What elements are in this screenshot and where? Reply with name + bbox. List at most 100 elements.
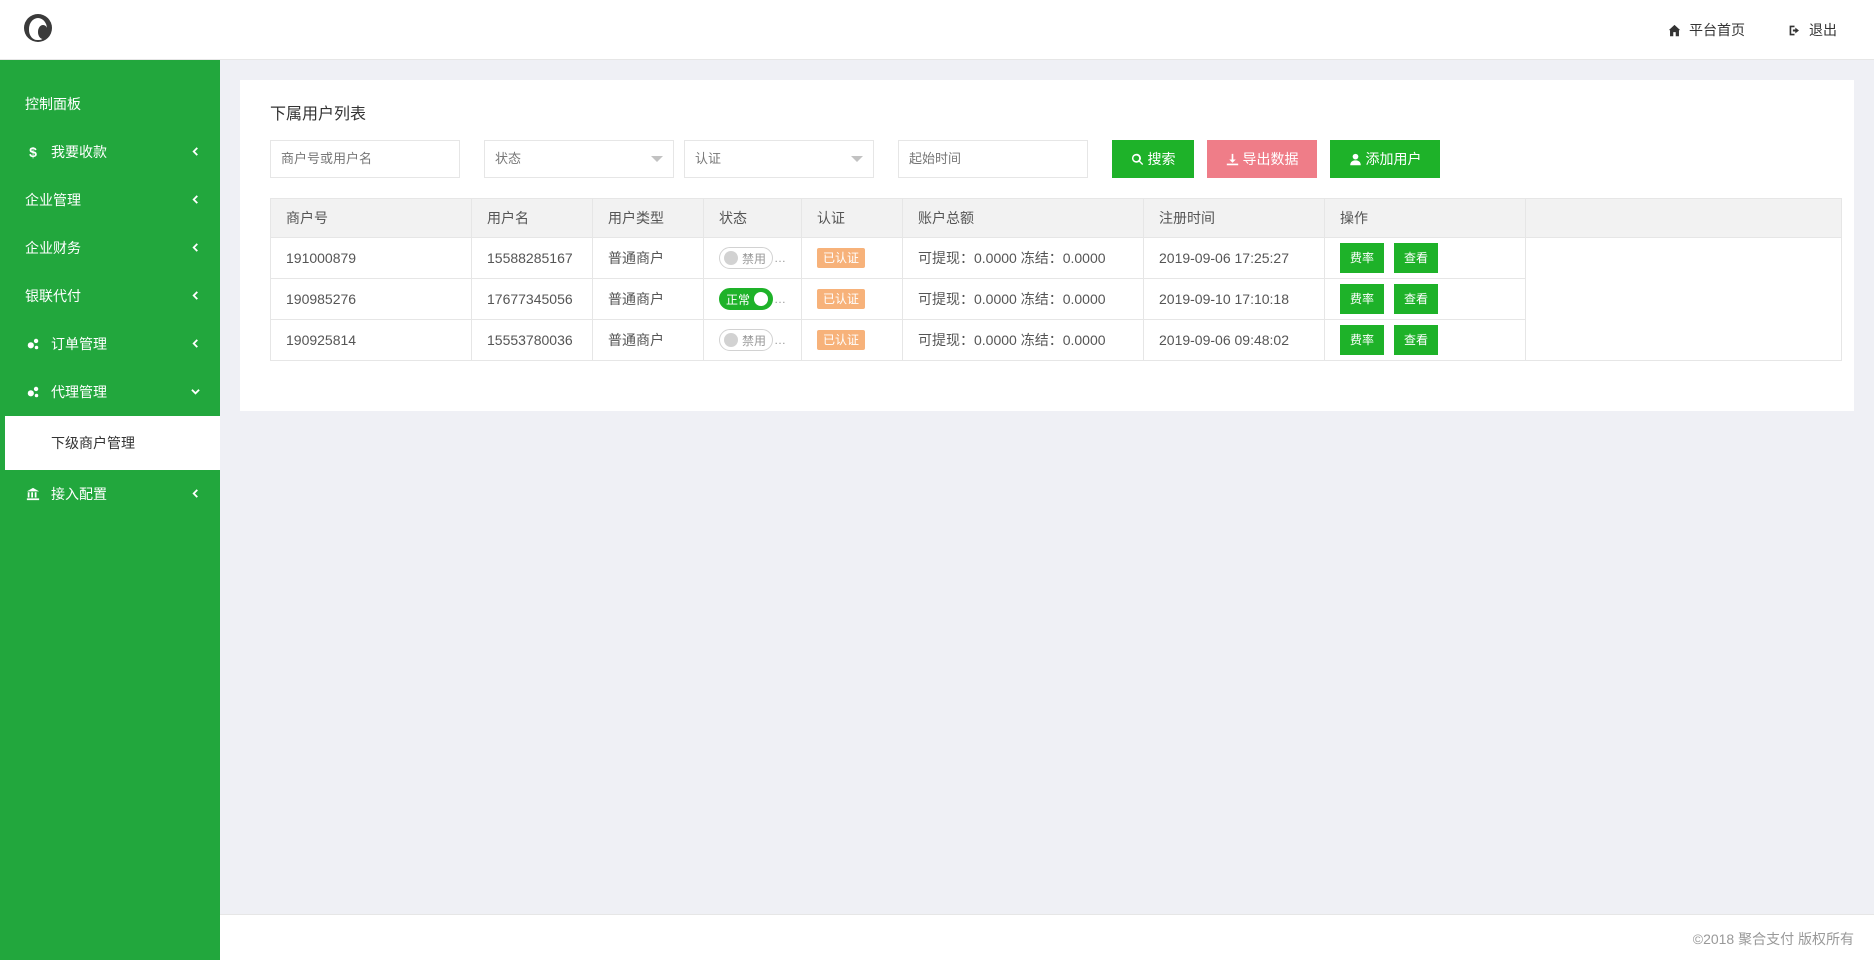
cell-balance: 可提现：0.0000 冻结：0.0000 [902, 278, 1144, 320]
table-header-row: 商户号 用户名 用户类型 状态 认证 账户总额 注册时间 操作 [270, 198, 1842, 238]
chevron-down-icon [851, 156, 863, 162]
search-input[interactable]: 商户号或用户名 [270, 140, 460, 178]
search-button-label: 搜索 [1147, 151, 1176, 167]
top-header: 平台首页 退出 [0, 0, 1874, 60]
sidebar-item-label: 接入配置 [51, 486, 107, 502]
logout-link[interactable]: 退出 [1788, 20, 1837, 40]
col-header-merchant-id: 商户号 [270, 198, 472, 238]
col-header-register-time: 注册时间 [1143, 198, 1325, 238]
toggle-knob [724, 251, 738, 265]
col-header-username: 用户名 [471, 198, 593, 238]
ellipsis-text: … [774, 250, 786, 265]
toggle-knob [724, 333, 738, 347]
search-button[interactable]: 搜索 [1112, 140, 1194, 178]
copyright-text: ©2018 聚合支付 版权所有 [1692, 931, 1854, 947]
add-user-button-label: 添加用户 [1365, 151, 1422, 167]
platform-home-label: 平台首页 [1689, 22, 1745, 38]
rate-button[interactable]: 费率 [1340, 325, 1385, 355]
sidebar-item-label: 控制面板 [25, 96, 81, 112]
auth-select[interactable]: 认证 [684, 140, 874, 178]
sidebar-item-enterprise-finance[interactable]: 企业财务 [0, 224, 220, 272]
toggle-knob [754, 292, 768, 306]
sidebar-item-unionpay-payout[interactable]: 银联代付 [0, 272, 220, 320]
auth-select-value: 认证 [695, 151, 722, 166]
status-select[interactable]: 状态 [484, 140, 674, 178]
cell-actions: 费率 查看 [1324, 278, 1526, 320]
cell-blank [1525, 319, 1842, 361]
status-toggle-label: 禁用 [742, 251, 767, 266]
add-user-button[interactable]: 添加用户 [1330, 140, 1440, 178]
cell-auth: 已认证 [801, 278, 903, 320]
auth-badge: 已认证 [817, 330, 866, 350]
status-toggle[interactable]: 禁用 [719, 329, 773, 351]
platform-home-link[interactable]: 平台首页 [1668, 20, 1745, 40]
sidebar-item-order-management[interactable]: 订单管理 [0, 320, 220, 368]
sidebar-item-access-config[interactable]: 接入配置 [0, 470, 220, 518]
table-row: 190985276 17677345056 普通商户 正常 … 已认证 可提现：0… [270, 278, 1842, 320]
bank-icon [25, 487, 41, 501]
view-button[interactable]: 查看 [1394, 243, 1439, 273]
col-header-actions: 操作 [1324, 198, 1526, 238]
sidebar-subitem-sub-merchants[interactable]: 下级商户管理 [0, 416, 220, 470]
col-header-balance: 账户总额 [902, 198, 1144, 238]
cell-register-time: 2019-09-06 09:48:02 [1143, 319, 1325, 361]
start-time-input[interactable]: 起始时间 [898, 140, 1088, 178]
status-select-value: 状态 [495, 151, 522, 166]
cell-username: 15588285167 [471, 237, 593, 279]
ellipsis-text: … [774, 332, 786, 347]
chevron-left-icon [191, 224, 200, 272]
sidebar-item-enterprise-management[interactable]: 企业管理 [0, 176, 220, 224]
user-avatar-logo[interactable] [24, 14, 52, 42]
user-table: 商户号 用户名 用户类型 状态 认证 账户总额 注册时间 操作 19100087… [270, 198, 1842, 361]
chevron-left-icon [191, 128, 200, 176]
col-header-status: 状态 [703, 198, 802, 238]
sidebar-item-agent-management[interactable]: 代理管理 [0, 368, 220, 416]
chevron-down-icon [191, 368, 200, 416]
cell-status: 禁用 … [703, 319, 802, 361]
auth-badge: 已认证 [817, 289, 866, 309]
rate-button[interactable]: 费率 [1340, 243, 1385, 273]
sidebar-item-label: 我要收款 [51, 144, 107, 160]
sidebar-item-receive-payment[interactable]: $ 我要收款 [0, 128, 220, 176]
cell-balance: 可提现：0.0000 冻结：0.0000 [902, 237, 1144, 279]
cogs-icon [25, 337, 41, 351]
sign-out-icon [1789, 25, 1799, 35]
start-time-placeholder: 起始时间 [909, 151, 962, 166]
cell-actions: 费率 查看 [1324, 237, 1526, 279]
logout-label: 退出 [1809, 22, 1837, 38]
chevron-left-icon [191, 470, 200, 518]
sidebar-item-label: 银联代付 [25, 288, 81, 304]
cogs-icon [25, 385, 41, 399]
view-button[interactable]: 查看 [1394, 325, 1439, 355]
export-icon [1226, 153, 1238, 165]
view-button[interactable]: 查看 [1394, 284, 1439, 314]
cell-register-time: 2019-09-06 17:25:27 [1143, 237, 1325, 279]
status-toggle[interactable]: 正常 [719, 288, 773, 310]
status-toggle[interactable]: 禁用 [719, 247, 773, 269]
cell-username: 17677345056 [471, 278, 593, 320]
col-header-auth: 认证 [801, 198, 903, 238]
sidebar-item-label: 订单管理 [51, 336, 107, 352]
cell-blank [1525, 237, 1842, 279]
sidebar-subitem-label: 下级商户管理 [51, 435, 135, 451]
cell-merchant-id: 190925814 [270, 319, 472, 361]
sidebar-item-label: 企业管理 [25, 192, 81, 208]
chevron-left-icon [191, 272, 200, 320]
sidebar-item-dashboard[interactable]: 控制面板 [0, 80, 220, 128]
cell-status: 正常 … [703, 278, 802, 320]
cell-register-time: 2019-09-10 17:10:18 [1143, 278, 1325, 320]
ellipsis-text: … [774, 291, 786, 306]
cell-user-type: 普通商户 [592, 319, 704, 361]
home-icon [1668, 24, 1681, 36]
cell-merchant-id: 191000879 [270, 237, 472, 279]
user-icon [1349, 153, 1361, 165]
cell-balance: 可提现：0.0000 冻结：0.0000 [902, 319, 1144, 361]
search-icon [1131, 153, 1143, 165]
status-toggle-label: 禁用 [742, 333, 767, 348]
status-toggle-label: 正常 [726, 292, 751, 307]
export-data-button[interactable]: 导出数据 [1207, 140, 1317, 178]
search-placeholder: 商户号或用户名 [281, 151, 373, 166]
cell-username: 15553780036 [471, 319, 593, 361]
col-header-user-type: 用户类型 [592, 198, 704, 238]
rate-button[interactable]: 费率 [1340, 284, 1385, 314]
